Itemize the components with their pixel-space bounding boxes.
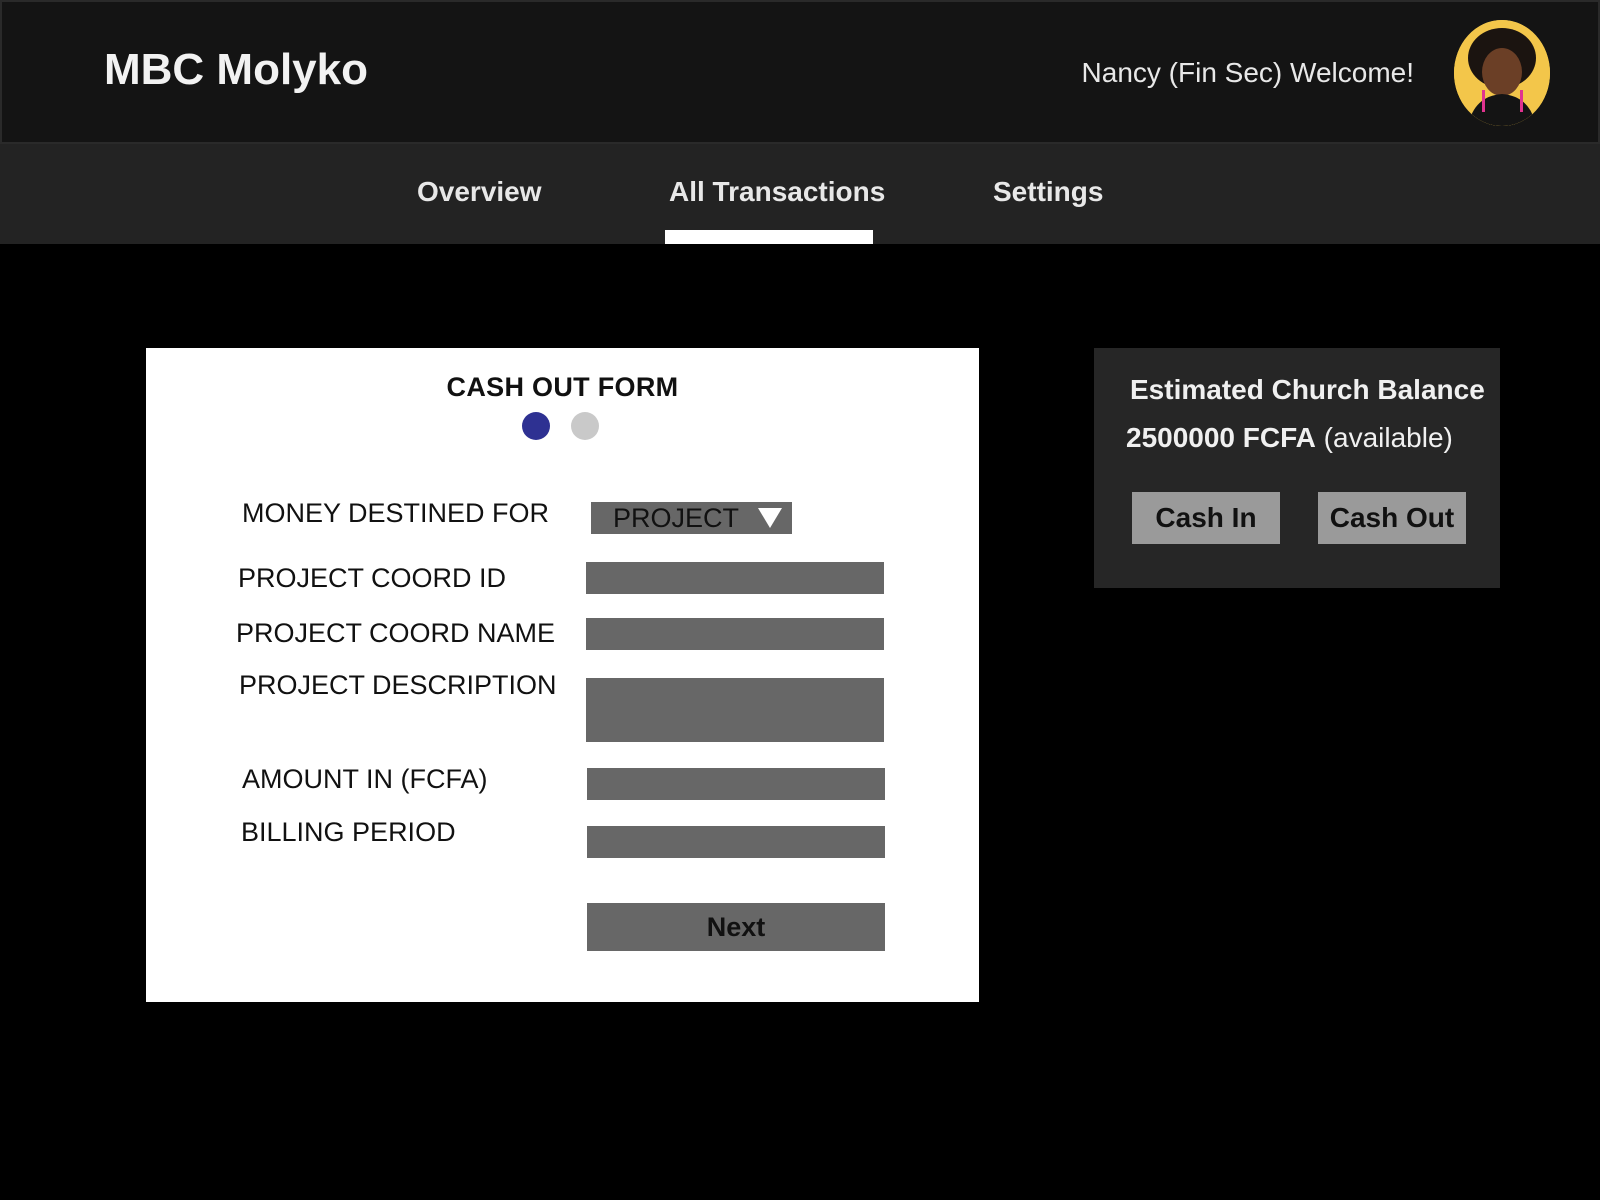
form-title: CASH OUT FORM <box>446 372 679 402</box>
balance-note: (available) <box>1323 422 1453 453</box>
project-description-textarea[interactable] <box>586 678 884 742</box>
step-indicator-1 <box>522 412 550 440</box>
app-brand[interactable]: MBC Molyko <box>104 42 368 98</box>
cash-out-form: CASH OUT FORM MONEY DESTINED FOR PROJECT… <box>146 348 979 1002</box>
money-destined-for-label: MONEY DESTINED FOR <box>242 498 550 528</box>
top-header: MBC Molyko Nancy (Fin Sec) Welcome! <box>0 0 1600 144</box>
money-destined-for-select[interactable]: PROJECT <box>591 502 792 534</box>
balance-amount-line: 2500000 FCFA (available) <box>1126 420 1453 456</box>
project-coord-id-input[interactable] <box>586 562 884 594</box>
avatar-portrait <box>1454 20 1550 126</box>
project-coord-name-label: PROJECT COORD NAME <box>236 618 556 648</box>
app-root: MBC Molyko Nancy (Fin Sec) Welcome! Over… <box>0 0 1600 1200</box>
tab-overview[interactable]: Overview <box>417 174 542 210</box>
welcome-message: Nancy (Fin Sec) Welcome! <box>1081 57 1414 88</box>
tab-settings[interactable]: Settings <box>993 174 1103 210</box>
balance-title: Estimated Church Balance <box>1130 374 1485 405</box>
user-avatar-icon[interactable] <box>1454 20 1550 126</box>
balance-card: Estimated Church Balance 2500000 FCFA (a… <box>1094 348 1500 588</box>
billing-period-input[interactable] <box>587 826 885 858</box>
money-destined-for-value: PROJECT <box>613 503 740 533</box>
step-indicator-2 <box>571 412 599 440</box>
balance-amount: 2500000 FCFA <box>1126 422 1316 453</box>
active-tab-indicator <box>665 230 873 244</box>
cash-in-button[interactable]: Cash In <box>1132 492 1280 544</box>
project-coord-id-label: PROJECT COORD ID <box>238 563 507 593</box>
dropdown-arrow-icon <box>758 508 782 528</box>
billing-period-label: BILLING PERIOD <box>241 817 456 847</box>
next-button[interactable]: Next <box>587 903 885 951</box>
main-nav: Overview All Transactions Settings <box>0 144 1600 244</box>
tab-all-transactions[interactable]: All Transactions <box>669 174 885 210</box>
project-coord-name-input[interactable] <box>586 618 884 650</box>
cash-out-button[interactable]: Cash Out <box>1318 492 1466 544</box>
amount-input[interactable] <box>587 768 885 800</box>
project-description-label: PROJECT DESCRIPTION <box>239 670 557 700</box>
amount-label: AMOUNT IN (FCFA) <box>242 764 488 794</box>
